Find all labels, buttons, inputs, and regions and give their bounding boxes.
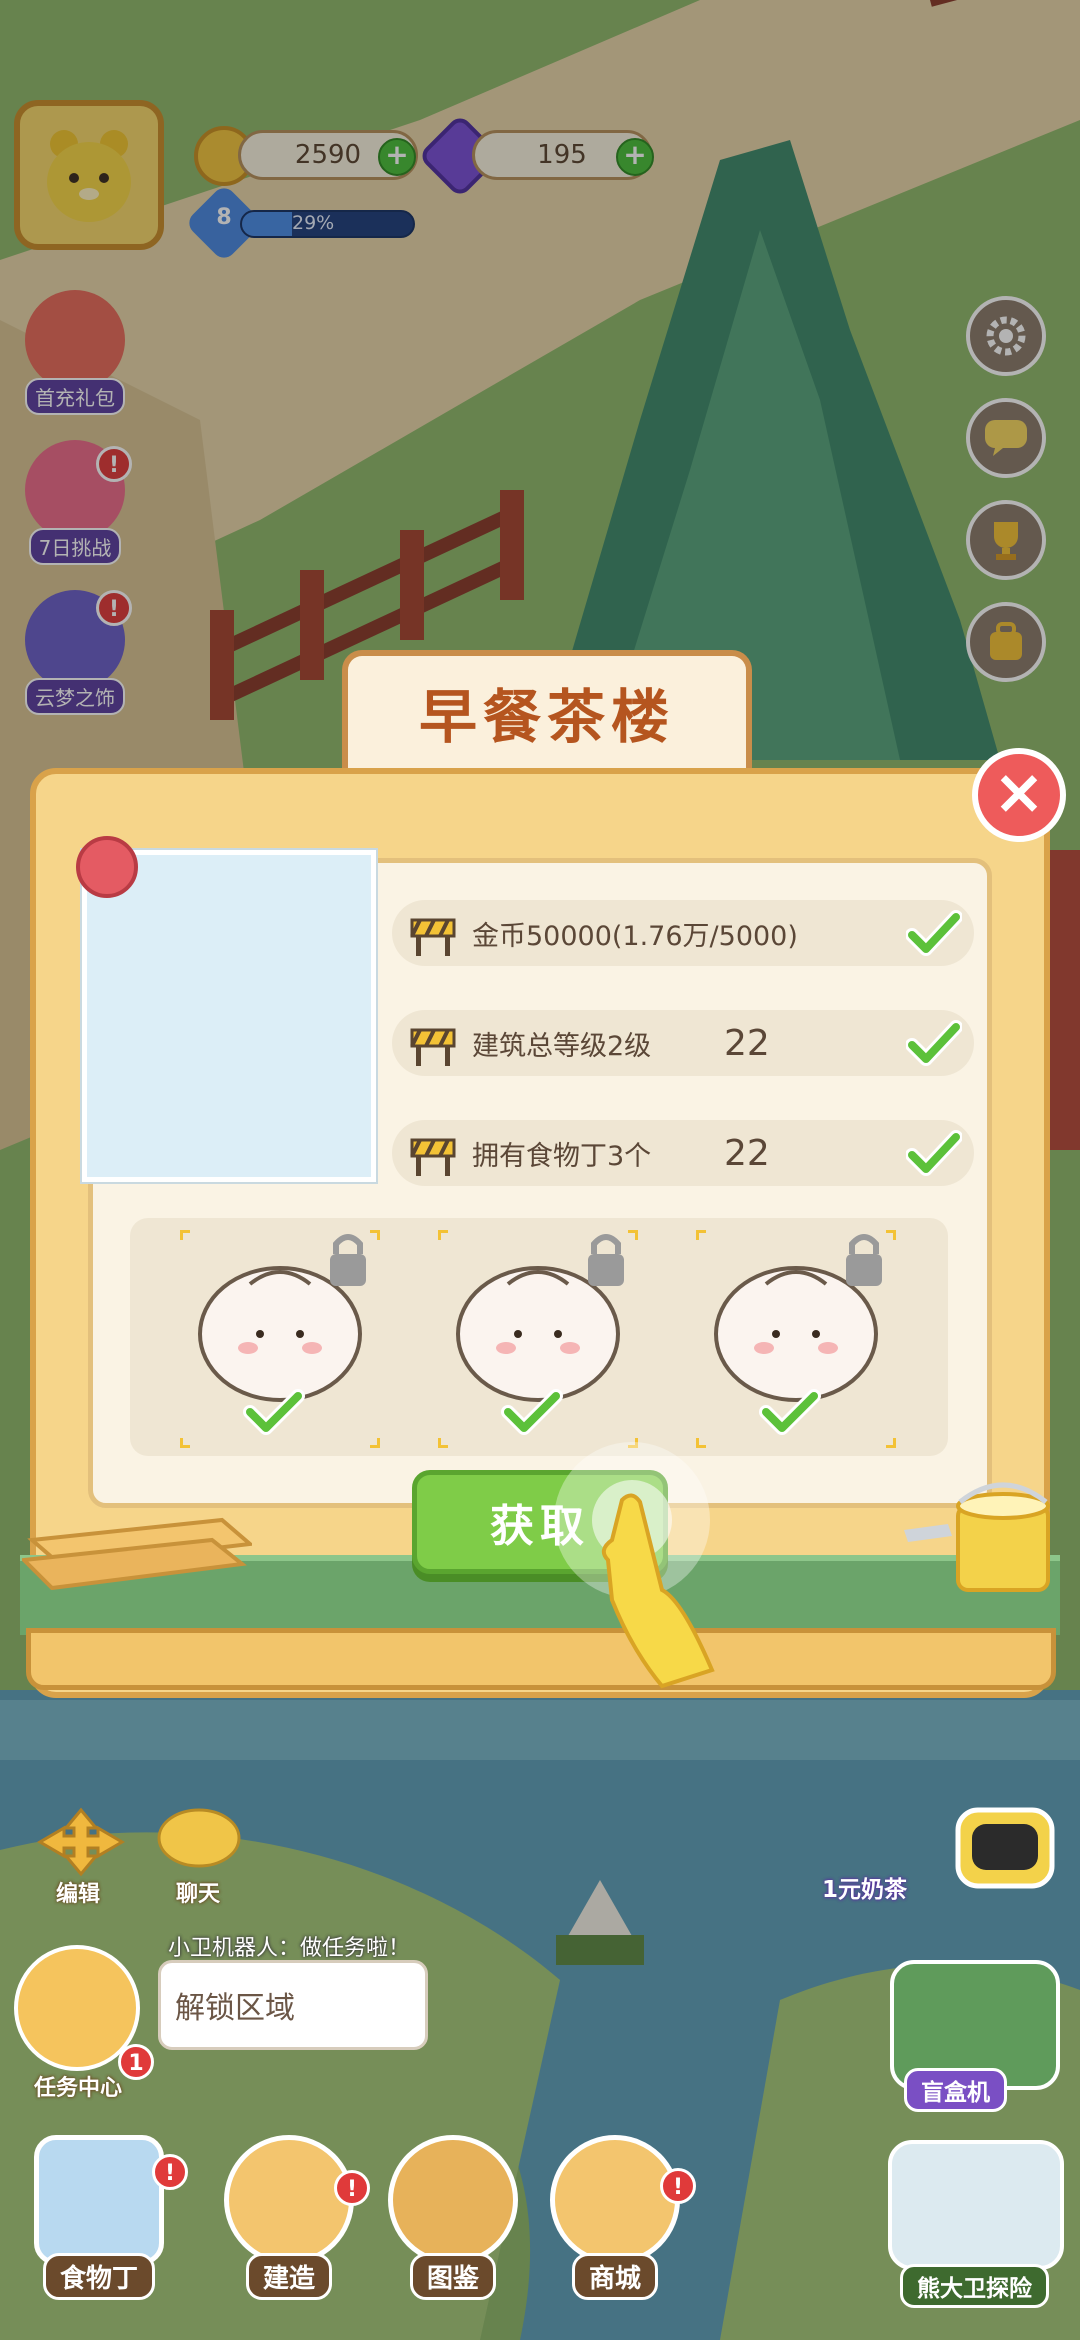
milk-tea-offer-button[interactable]: 1元奶茶 [808,1868,921,1906]
nav-label: 图鉴 [409,2253,496,2300]
gem-amount: 195 [537,140,587,170]
requirement-row-coins: 金币50000(1.76万/5000) [392,900,974,966]
food-slot[interactable] [177,1227,383,1451]
nav-encyclopedia[interactable]: 图鉴 [378,2135,528,2325]
robot-caption: 小卫机器人：做任务啦！ [168,1936,411,1961]
adventure-van-icon[interactable] [888,2140,1064,2270]
building-preview-photo [82,850,376,1182]
requirement-label: 拥有食物丁3个 [472,1140,652,1172]
backpack-icon [990,622,1022,660]
requirement-row-building-level: 建筑总等级2级 22 [392,1010,974,1076]
add-gems-button[interactable]: + [616,138,654,176]
build-hammer-icon [224,2135,354,2265]
robot-tv-icon[interactable] [950,1790,1060,1900]
robot-speech-bubble[interactable]: 解锁区域 [158,1960,428,2050]
requirement-label: 建筑总等级2级 [472,1030,652,1062]
shopping-cart-icon [550,2135,680,2265]
food-slot[interactable] [693,1227,899,1451]
notification-badge: ! [660,2168,696,2204]
bun-food-icon [693,1227,899,1451]
close-dialog-button[interactable]: × [972,748,1066,842]
add-coins-button[interactable]: + [378,138,416,176]
task-count-badge: 1 [118,2044,154,2080]
coin-amount: 2590 [294,140,362,170]
xp-percent: 29% [292,212,335,234]
player-avatar[interactable] [14,100,164,250]
move-arrows-icon [37,1807,125,1876]
notification-badge: ! [152,2154,188,2190]
side-event-label: 云梦之饰 [25,678,125,715]
food-slot[interactable] [435,1227,641,1451]
book-icon [388,2135,518,2265]
nav-label: 商城 [571,2253,658,2300]
bag-button[interactable] [966,602,1046,682]
trophy-icon [994,522,1018,560]
blind-box-button[interactable]: 盲盒机 [904,2068,1007,2112]
tutorial-hand-pointer-icon [554,1442,715,1689]
xp-progress-fill [242,212,292,236]
requirement-label: 金币50000(1.76万/5000) [472,920,798,952]
lock-icon [330,1254,366,1286]
bun-food-icon [435,1227,641,1451]
nav-build[interactable]: 建造 [214,2135,364,2325]
food-cards-icon [34,2135,164,2265]
bun-food-icon [177,1227,383,1451]
check-icon [906,1130,962,1176]
construction-barrier-icon [410,918,456,956]
nav-food[interactable]: 食物丁 [24,2135,174,2325]
pushpin-icon [76,836,138,898]
close-icon: × [993,755,1045,828]
wood-planks-icon [22,1517,252,1590]
adventure-button[interactable]: 熊大卫探险 [900,2264,1049,2308]
speech-text: 解锁区域 [175,1991,295,2026]
side-event-label: 7日挑战 [28,528,122,565]
notification-badge: ! [334,2170,370,2206]
gear-icon [986,316,1026,356]
notification-badge: ! [96,446,132,482]
check-icon [906,1020,962,1066]
chat-button[interactable]: 聊天 [176,1876,220,1908]
requirement-value: 22 [724,1132,770,1174]
chat-menu-button[interactable] [966,398,1046,478]
bear-avatar-icon [47,130,131,222]
side-event-label: 首充礼包 [25,378,125,415]
requirement-value: 22 [724,1022,770,1064]
check-icon [906,910,962,956]
edit-button[interactable]: 编辑 [56,1876,100,1908]
nav-shop[interactable]: 商城 [540,2135,690,2325]
dialog-title-tab: 早餐茶楼 [342,650,752,768]
construction-barrier-icon [410,1028,456,1066]
settings-button[interactable] [966,296,1046,376]
chat-bubble-icon [985,420,1027,456]
gift-icon [25,290,125,390]
nav-label: 食物丁 [42,2253,155,2300]
task-center-button[interactable]: 任务中心 [34,2070,122,2102]
chat-cloud-icon [157,1808,241,1868]
trophy-button[interactable] [966,500,1046,580]
requirement-row-food-count: 拥有食物丁3个 22 [392,1120,974,1186]
first-recharge-gift-button[interactable]: 首充礼包 [10,290,140,415]
paint-bucket-icon [904,1482,1050,1592]
nav-label: 建造 [245,2253,332,2300]
dialog-title: 早餐茶楼 [418,683,675,751]
construction-barrier-icon [410,1138,456,1176]
notification-badge: ! [96,590,132,626]
